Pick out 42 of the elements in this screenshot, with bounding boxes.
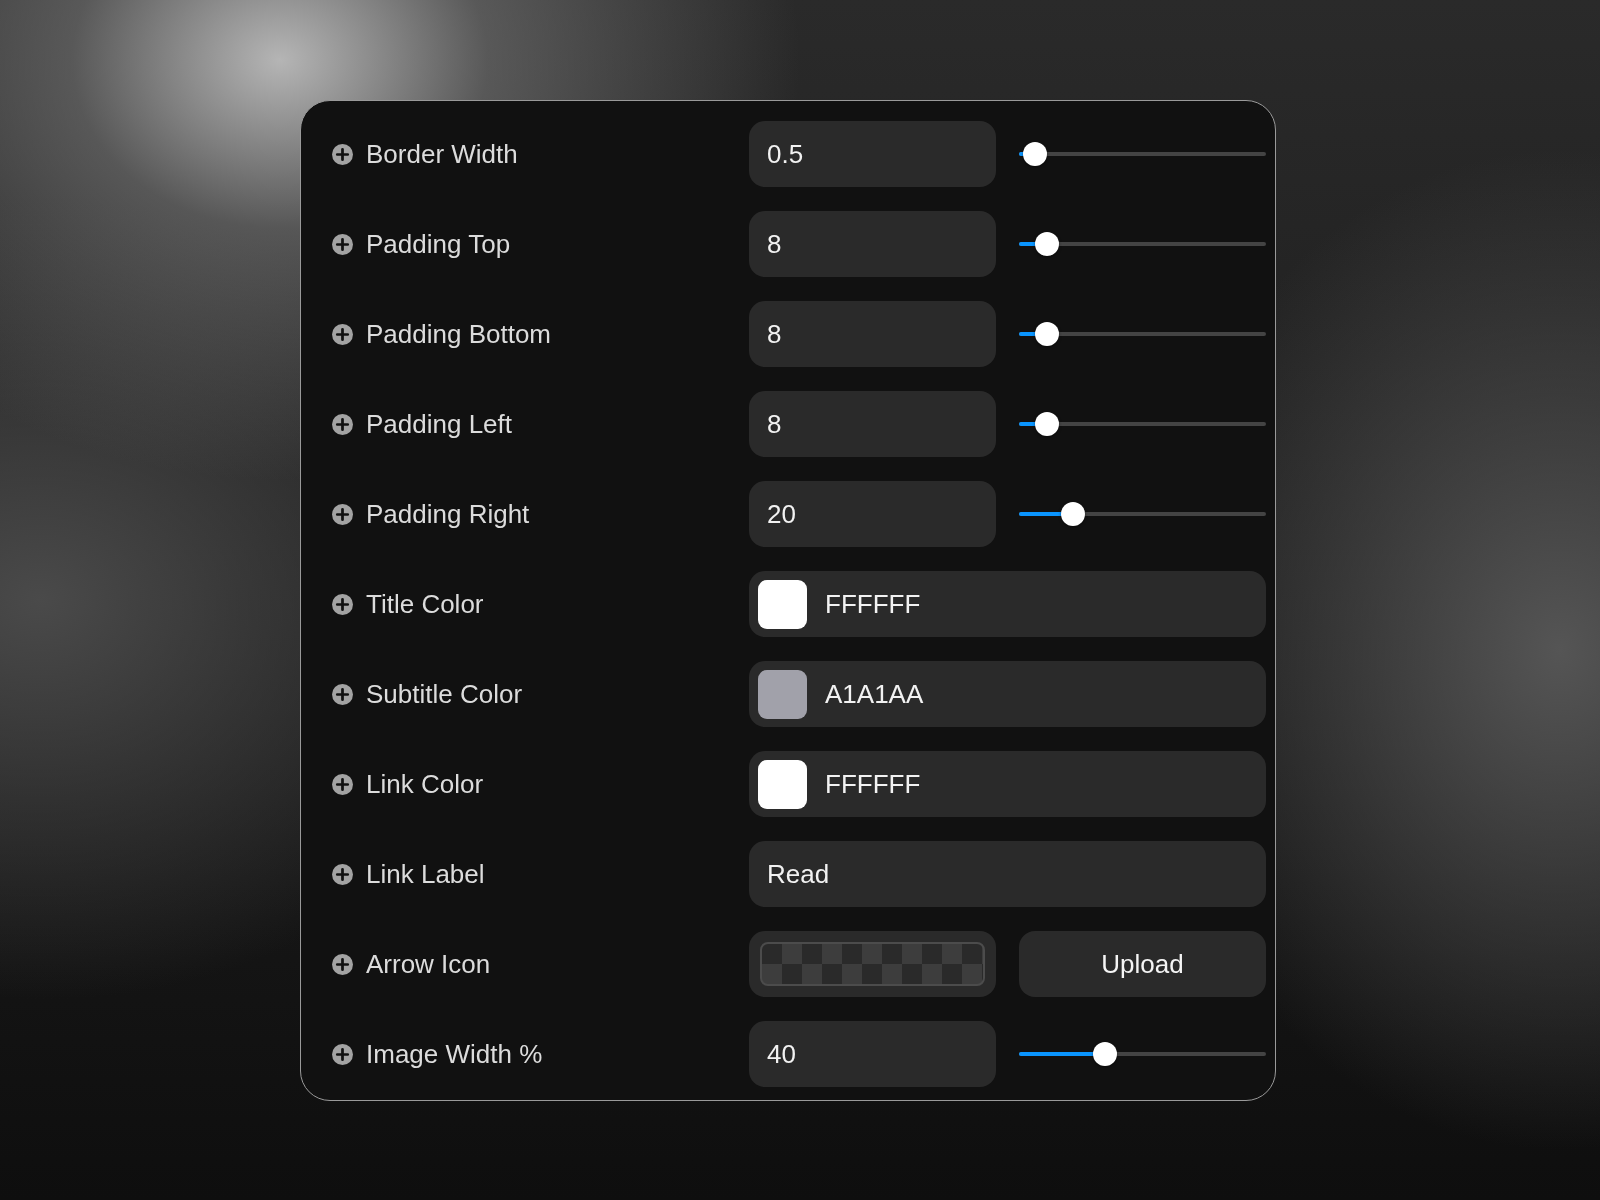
property-label: Padding Bottom — [366, 318, 551, 350]
slider[interactable] — [1019, 1042, 1266, 1066]
property-label: Arrow Icon — [366, 948, 491, 980]
property-label: Padding Left — [366, 408, 512, 440]
number-field[interactable]: 8 — [749, 301, 996, 367]
property-label: Title Color — [366, 588, 484, 620]
plus-circle-icon[interactable] — [332, 413, 353, 435]
slider[interactable] — [1019, 232, 1266, 256]
color-field[interactable]: A1A1AA — [749, 661, 1266, 727]
property-label: Link Label — [366, 858, 485, 890]
color-swatch[interactable] — [758, 759, 807, 809]
property-label: Image Width % — [366, 1038, 543, 1070]
plus-circle-icon[interactable] — [332, 593, 353, 615]
property-label: Padding Top — [366, 228, 511, 260]
color-swatch[interactable] — [758, 579, 807, 629]
property-label: Link Color — [366, 768, 484, 800]
plus-circle-icon[interactable] — [332, 773, 353, 795]
plus-circle-icon[interactable] — [332, 863, 353, 885]
plus-circle-icon[interactable] — [332, 503, 353, 525]
color-field[interactable]: FFFFFF — [749, 751, 1266, 817]
upload-button[interactable]: Upload — [1019, 931, 1266, 997]
number-field[interactable]: 20 — [749, 481, 996, 547]
plus-circle-icon[interactable] — [332, 323, 353, 345]
plus-circle-icon[interactable] — [332, 953, 353, 975]
plus-circle-icon[interactable] — [332, 233, 353, 255]
plus-circle-icon[interactable] — [332, 683, 353, 705]
slider[interactable] — [1019, 502, 1266, 526]
color-swatch[interactable] — [758, 669, 807, 719]
property-label: Subtitle Color — [366, 678, 523, 710]
number-field[interactable]: 8 — [749, 211, 996, 277]
number-field[interactable]: 8 — [749, 391, 996, 457]
color-field[interactable]: FFFFFF — [749, 571, 1266, 637]
plus-circle-icon[interactable] — [332, 1043, 353, 1065]
slider[interactable] — [1019, 142, 1266, 166]
text-field[interactable]: Read — [749, 841, 1266, 907]
property-label: Border Width — [366, 138, 518, 170]
number-field[interactable]: 0.5 — [749, 121, 996, 187]
property-label: Padding Right — [366, 498, 530, 530]
plus-circle-icon[interactable] — [332, 143, 353, 165]
slider[interactable] — [1019, 322, 1266, 346]
slider[interactable] — [1019, 412, 1266, 436]
number-field[interactable]: 40 — [749, 1021, 996, 1087]
